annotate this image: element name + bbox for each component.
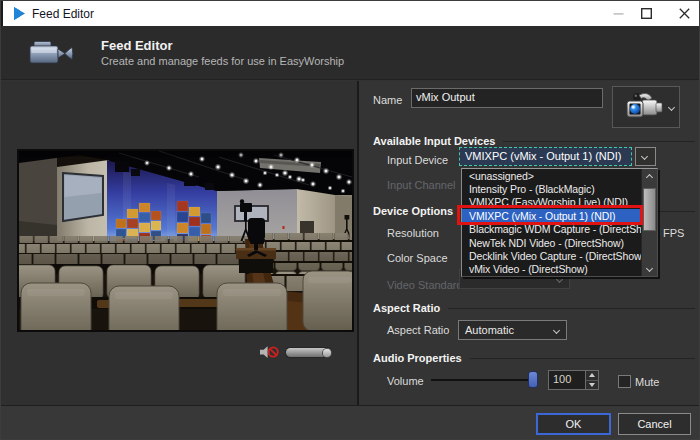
- maximize-icon: [641, 8, 652, 19]
- dialog-title: Feed Editor: [101, 38, 173, 53]
- volume-spin-input[interactable]: 100: [548, 370, 599, 390]
- aspect-ratio-combobox[interactable]: Automatic: [458, 320, 567, 340]
- close-button[interactable]: [664, 1, 700, 26]
- mute-label: Mute: [635, 376, 659, 388]
- dialog-header: Feed Editor Create and manage feeds for …: [1, 26, 699, 80]
- settings-panel: Name vMix Output: [359, 81, 700, 405]
- scrollbar-thumb[interactable]: [643, 188, 656, 231]
- dropdown-item[interactable]: VMIXPC (EasyWorship Live) (NDI): [462, 196, 643, 209]
- video-camera-icon: [625, 89, 665, 127]
- volume-slider[interactable]: [431, 372, 537, 388]
- fps-label: FPS: [663, 227, 684, 239]
- dropdown-scrollbar[interactable]: [641, 169, 657, 276]
- spin-down-button[interactable]: [586, 381, 598, 390]
- aspect-ratio-label: Aspect Ratio: [387, 324, 449, 336]
- video-preview: [17, 149, 354, 332]
- slider-track: [431, 379, 537, 381]
- preview-volume-slider[interactable]: [286, 348, 331, 357]
- titlebar: Feed Editor: [1, 1, 699, 26]
- dropdown-item-selected[interactable]: VMIXPC (vMix - Output 1) (NDI): [462, 209, 643, 222]
- scroll-down-arrow[interactable]: [642, 263, 657, 276]
- group-title: Device Options: [373, 205, 453, 217]
- dropdown-items: <unassigned> Intensity Pro - (BlackMagic…: [462, 169, 643, 276]
- dropdown-item[interactable]: Intensity Pro - (BlackMagic): [462, 182, 643, 195]
- scroll-up-arrow[interactable]: [642, 169, 657, 182]
- input-channel-label: Input Channel: [387, 179, 456, 191]
- maximize-button[interactable]: [626, 1, 666, 26]
- group-divider-line: [448, 308, 695, 309]
- group-audio-properties: Audio Properties: [373, 352, 695, 364]
- name-label: Name: [373, 94, 402, 106]
- triangle-up-icon: [589, 373, 595, 377]
- chevron-down-icon: [556, 276, 563, 283]
- cancel-button[interactable]: Cancel: [618, 413, 691, 435]
- chevron-down-icon: [668, 104, 675, 111]
- spin-up-button[interactable]: [586, 371, 598, 381]
- chevron-down-icon: [646, 264, 653, 271]
- chevron-down-icon: [553, 327, 560, 334]
- group-aspect-ratio: Aspect Ratio: [373, 302, 695, 314]
- video-standard-label: Video Standard: [387, 279, 463, 291]
- app-logo-icon: [12, 6, 27, 21]
- volume-value: 100: [553, 373, 571, 385]
- group-title: Audio Properties: [373, 352, 462, 364]
- minimize-icon: [613, 8, 624, 19]
- close-icon: [679, 8, 690, 19]
- spin-buttons: [585, 371, 598, 389]
- group-divider-line: [470, 358, 695, 359]
- dropdown-item[interactable]: NewTek NDI Video - (DirectShow): [462, 236, 643, 249]
- dropdown-item[interactable]: <unassigned>: [462, 169, 643, 182]
- dialog-body: Name vMix Output: [1, 81, 700, 405]
- camera-type-button[interactable]: [612, 86, 680, 128]
- triangle-down-icon: [589, 383, 595, 387]
- volume-label: Volume: [387, 375, 424, 387]
- chevron-up-icon: [646, 173, 653, 180]
- group-available-input-devices: Available Input Devices: [373, 135, 695, 147]
- group-title: Aspect Ratio: [373, 302, 440, 314]
- preview-panel: [1, 81, 357, 405]
- mute-checkbox[interactable]: [618, 375, 631, 388]
- chevron-down-icon: [641, 153, 648, 160]
- color-space-label: Color Space: [387, 252, 448, 264]
- group-title: Available Input Devices: [373, 135, 495, 147]
- muted-speaker-icon[interactable]: [260, 346, 279, 359]
- dialog-footer: OK Cancel: [1, 405, 700, 440]
- input-device-label: Input Device: [387, 154, 448, 166]
- input-device-dropdown-button[interactable]: [635, 147, 656, 166]
- input-device-combobox[interactable]: VMIXPC (vMix - Output 1) (NDI): [459, 147, 632, 166]
- resolution-label: Resolution: [387, 227, 439, 239]
- group-divider-line: [503, 141, 695, 142]
- preview-audio-controls: [260, 346, 340, 360]
- dialog-subtitle: Create and manage feeds for use in EasyW…: [101, 55, 344, 67]
- preview-volume-knob[interactable]: [323, 349, 331, 357]
- slider-thumb[interactable]: [529, 372, 537, 387]
- aspect-ratio-value: Automatic: [465, 324, 514, 336]
- video-camera-icon: [29, 39, 75, 69]
- dropdown-item[interactable]: vMix Video - (DirectShow): [462, 263, 643, 276]
- name-input[interactable]: vMix Output: [411, 88, 603, 108]
- dropdown-item[interactable]: Blackmagic WDM Capture - (DirectShow): [462, 223, 643, 236]
- feed-editor-window: Feed Editor Feed E: [0, 0, 700, 440]
- window-title: Feed Editor: [32, 7, 94, 21]
- ok-button[interactable]: OK: [536, 413, 611, 435]
- dropdown-item[interactable]: Decklink Video Capture - (DirectShow): [462, 249, 643, 262]
- input-device-dropdown-list: <unassigned> Intensity Pro - (BlackMagic…: [461, 168, 658, 277]
- preview-image: [19, 151, 352, 330]
